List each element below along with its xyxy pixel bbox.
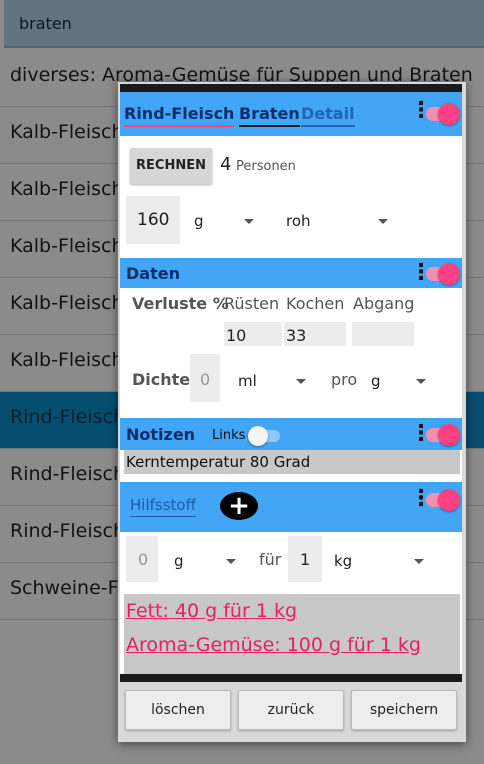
ruesten-label: Rüsten — [224, 294, 280, 313]
daten-menu-icon[interactable]: ⋮ — [410, 262, 432, 284]
tab-detail[interactable]: Detail — [301, 104, 355, 127]
fuer-label: für — [259, 550, 282, 569]
per-value: 1 — [300, 550, 311, 569]
abgang-field[interactable] — [352, 322, 414, 346]
per-unit-select[interactable]: kg — [334, 552, 352, 570]
links-label: Links — [212, 428, 246, 443]
dialog-content: Rind-Fleisch Braten Detail ⋮ RECHNEN 4 P… — [120, 92, 462, 682]
persons-label: Personen — [236, 159, 296, 174]
kochen-label: Kochen — [286, 294, 345, 313]
verluste-label: Verluste % — [132, 294, 229, 313]
daten-toggle-thumb[interactable] — [438, 263, 460, 285]
main-toggle-thumb[interactable] — [438, 103, 460, 125]
hilfsstoff-menu-icon[interactable]: ⋮ — [410, 488, 432, 510]
dialog-bottom-edge — [120, 674, 462, 682]
hilfsstoff-input[interactable]: Hilfsstoff — [130, 496, 196, 517]
notes-field[interactable]: Kerntemperatur 80 Grad — [124, 450, 460, 474]
results-area: Fett: 40 g für 1 kg Aroma-Gemüse: 100 g … — [124, 594, 460, 682]
result-link[interactable]: Fett: 40 g für 1 kg — [126, 600, 297, 622]
daten-header: Daten ⋮ — [120, 258, 462, 288]
notizen-toggle-thumb[interactable] — [438, 424, 460, 446]
dichte-unit-select[interactable]: ml — [238, 372, 257, 390]
notizen-header: Notizen Links ⋮ — [120, 418, 462, 450]
back-button[interactable]: zurück — [238, 690, 344, 730]
result-link[interactable]: Aroma-Gemüse: 100 g für 1 kg — [126, 634, 421, 656]
pro-unit-select[interactable]: g — [371, 372, 381, 390]
abgang-label: Abgang — [353, 294, 415, 313]
recipe-dialog: Rind-Fleisch Braten Detail ⋮ RECHNEN 4 P… — [118, 82, 466, 742]
hilfsstoff-unit-select[interactable]: g — [174, 552, 184, 570]
tab-cut[interactable]: Braten — [239, 104, 300, 127]
unit-select[interactable]: g — [194, 212, 204, 230]
per-unit-dropdown-icon[interactable] — [414, 559, 424, 564]
hilfsstoff-header: Hilfsstoff ⋮ — [120, 482, 462, 532]
dialog-top-edge — [120, 84, 462, 92]
state-select[interactable]: roh — [286, 212, 311, 230]
tab-item[interactable]: Rind-Fleisch — [124, 104, 235, 127]
add-icon[interactable]: + — [220, 492, 258, 520]
hilfsstoff-unit-dropdown-icon[interactable] — [226, 559, 236, 564]
save-button[interactable]: speichern — [351, 690, 457, 730]
amount-value: 160 — [137, 210, 170, 230]
overflow-menu-icon[interactable]: ⋮ — [410, 100, 432, 122]
delete-button[interactable]: löschen — [125, 690, 231, 730]
daten-title: Daten — [126, 264, 180, 283]
ruesten-value: 10 — [226, 326, 247, 345]
notes-text: Kerntemperatur 80 Grad — [126, 453, 311, 471]
persons-input[interactable]: 4 — [220, 154, 231, 175]
unit-dropdown-icon[interactable] — [244, 219, 254, 224]
state-dropdown-icon[interactable] — [378, 219, 388, 224]
links-toggle-thumb[interactable] — [248, 426, 268, 446]
pro-label: pro — [331, 370, 358, 389]
hilfsstoff-amount: 0 — [138, 550, 149, 569]
hilfsstoff-toggle-thumb[interactable] — [438, 489, 460, 511]
notizen-menu-icon[interactable]: ⋮ — [410, 423, 432, 445]
header-bar: Rind-Fleisch Braten Detail ⋮ — [120, 92, 462, 136]
kochen-value: 33 — [286, 326, 307, 345]
rechnen-button[interactable]: RECHNEN — [130, 148, 212, 184]
notizen-title: Notizen — [126, 425, 196, 444]
dichte-unit-dropdown-icon[interactable] — [296, 379, 306, 384]
dichte-label: Dichte — [132, 370, 191, 389]
dichte-value: 0 — [200, 370, 211, 389]
pro-unit-dropdown-icon[interactable] — [416, 379, 426, 384]
